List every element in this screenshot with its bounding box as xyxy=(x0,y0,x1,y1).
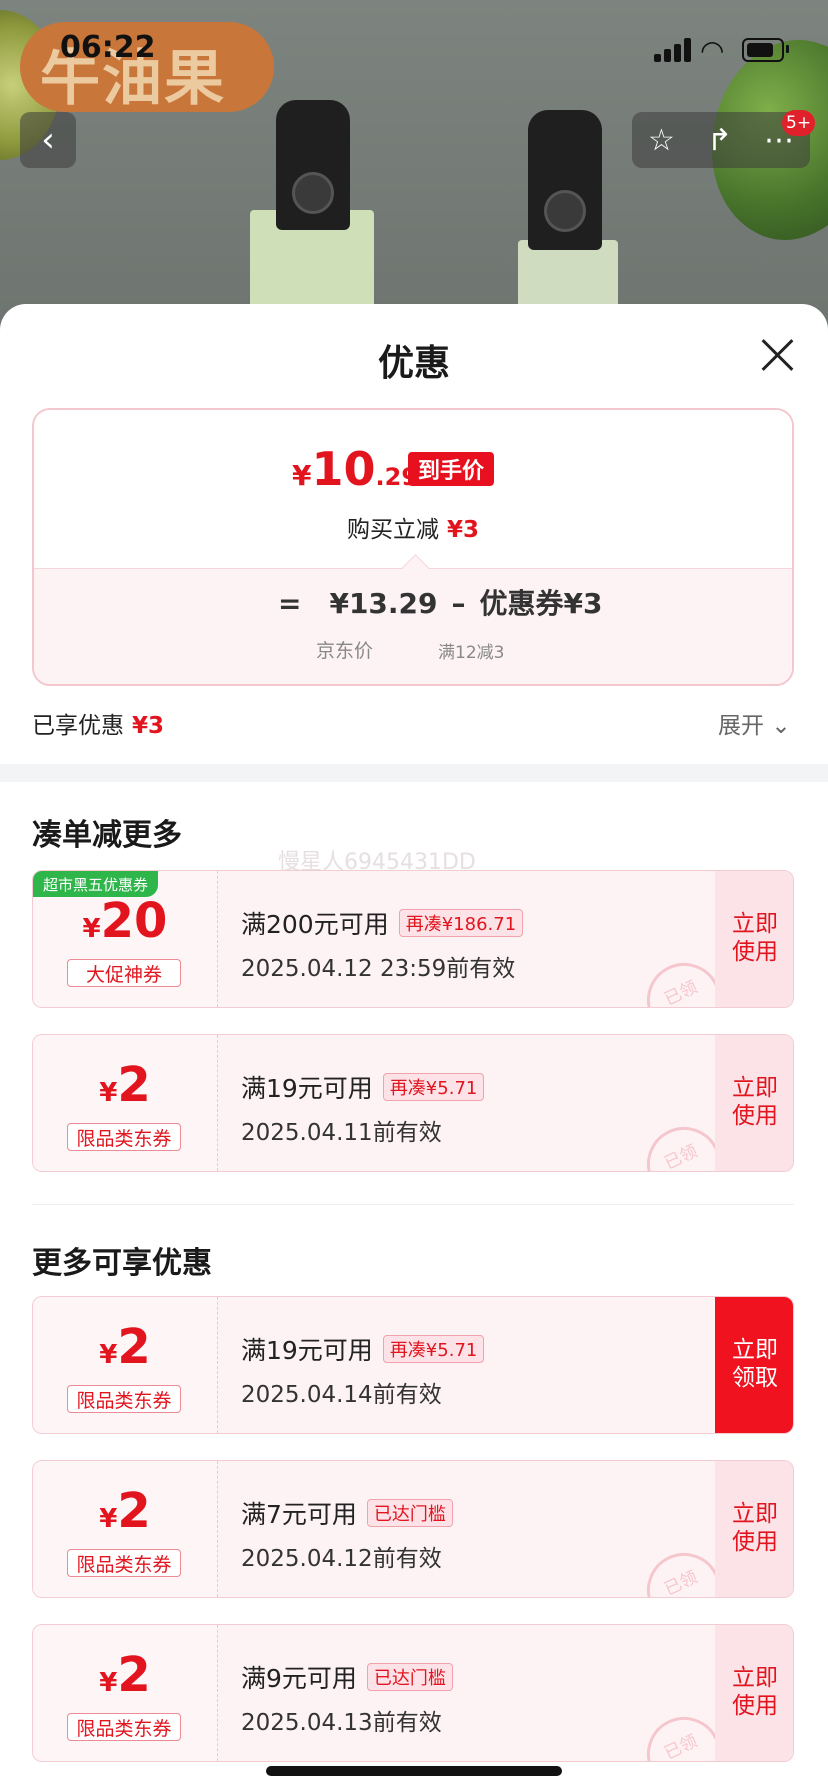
coupon-condition: 满7元可用 已达门槛 xyxy=(241,1495,453,1531)
signal-icon xyxy=(654,38,698,62)
coupon-condition: 满19元可用 再凑¥5.71 xyxy=(241,1331,485,1367)
enjoyed-discount: 已享优惠 ¥3 xyxy=(32,713,165,739)
battery-icon xyxy=(742,38,784,62)
price-formula: = ¥13.29– 优惠券¥3 xyxy=(278,587,603,620)
divider xyxy=(32,1204,794,1205)
expand-toggle[interactable]: 展开 ⌄ xyxy=(718,706,791,740)
notification-badge: 5+ xyxy=(782,110,816,136)
status-bar: 06:22 ◠ xyxy=(0,0,828,100)
star-icon[interactable]: ☆ xyxy=(648,123,675,158)
use-now-button[interactable]: 立即使用 xyxy=(715,1461,793,1597)
coupon-validity: 2025.04.11前有效 xyxy=(241,1120,442,1146)
coupon-validity: 2025.04.14前有效 xyxy=(241,1382,442,1408)
coupon-tag: 再凑¥5.71 xyxy=(382,1073,485,1101)
use-now-button[interactable]: 立即使用 xyxy=(715,1625,793,1761)
coupon-tag: 已达门槛 xyxy=(366,1663,453,1691)
section-title-available-discounts: 更多可享优惠 xyxy=(32,1246,212,1281)
coupon-condition: 满200元可用 再凑¥186.71 xyxy=(241,905,524,941)
coupon-type: 限品类东券 xyxy=(67,1713,181,1741)
share-icon[interactable]: ↱ xyxy=(707,123,732,158)
coupon-amount: ¥2 xyxy=(99,1483,151,1539)
claim-now-button[interactable]: 立即领取 xyxy=(715,1297,793,1433)
section-title-more-discounts: 凑单减更多 xyxy=(32,818,182,853)
coupon-condition-label: 满12减3 xyxy=(438,643,505,663)
coupon-card: ¥2 限品类东券 满19元可用 再凑¥5.71 2025.04.11前有效 已领 … xyxy=(32,1034,794,1172)
coupon-amount: ¥20 xyxy=(82,893,168,949)
coupon-card: 超市黑五优惠券 ¥20 大促神券 满200元可用 再凑¥186.71 2025.0… xyxy=(32,870,794,1008)
use-now-button[interactable]: 立即使用 xyxy=(715,871,793,1007)
chevron-left-icon: ‹ xyxy=(41,120,55,160)
coupon-validity: 2025.04.13前有效 xyxy=(241,1710,442,1736)
sheet-title: 优惠 xyxy=(377,343,450,384)
final-price: ¥10.29 xyxy=(292,442,419,496)
base-price-label: 京东价 xyxy=(316,640,374,662)
coupon-validity: 2025.04.12前有效 xyxy=(241,1546,442,1572)
coupon-type: 大促神券 xyxy=(67,959,181,987)
coupon-card: ¥2 限品类东券 满9元可用 已达门槛 2025.04.13前有效 已领 立即使用 xyxy=(32,1624,794,1762)
coupon-validity: 2025.04.12 23:59前有效 xyxy=(241,956,516,982)
coupon-card: ¥2 限品类东券 满19元可用 再凑¥5.71 2025.04.14前有效 立即领… xyxy=(32,1296,794,1434)
coupon-condition: 满19元可用 再凑¥5.71 xyxy=(241,1069,485,1105)
instant-discount: 购买立减 ¥3 xyxy=(346,517,479,543)
coupon-type: 限品类东券 xyxy=(67,1549,181,1577)
coupon-tag: 再凑¥186.71 xyxy=(398,909,524,937)
close-icon[interactable] xyxy=(758,336,796,374)
coupon-type: 限品类东券 xyxy=(67,1385,181,1413)
wifi-icon: ◠ xyxy=(700,34,725,67)
coupon-condition: 满9元可用 已达门槛 xyxy=(241,1659,453,1695)
umbrella-left xyxy=(250,100,380,330)
coupon-amount: ¥2 xyxy=(99,1057,151,1113)
home-indicator[interactable] xyxy=(266,1766,562,1776)
coupon-amount: ¥2 xyxy=(99,1647,151,1703)
status-time: 06:22 xyxy=(60,30,156,65)
use-now-button[interactable]: 立即使用 xyxy=(715,1035,793,1171)
coupon-type: 限品类东券 xyxy=(67,1123,181,1151)
coupon-tag: 再凑¥5.71 xyxy=(382,1335,485,1363)
umbrella-right xyxy=(500,100,630,330)
discount-sheet: 优惠 ¥10.29 到手价 购买立减 ¥3 = ¥13.29– 优惠券¥3 京东价 满… xyxy=(0,304,828,1792)
price-breakdown-card: ¥10.29 到手价 购买立减 ¥3 = ¥13.29– 优惠券¥3 京东价 满12减… xyxy=(32,408,794,686)
chevron-down-icon: ⌄ xyxy=(771,713,791,739)
coupon-tag: 已达门槛 xyxy=(366,1499,453,1527)
section-gap xyxy=(0,764,828,782)
final-price-tag: 到手价 xyxy=(408,452,495,486)
back-button[interactable]: ‹ xyxy=(20,112,76,168)
coupon-card: ¥2 限品类东券 满7元可用 已达门槛 2025.04.12前有效 已领 立即使用 xyxy=(32,1460,794,1598)
coupon-amount: ¥2 xyxy=(99,1319,151,1375)
